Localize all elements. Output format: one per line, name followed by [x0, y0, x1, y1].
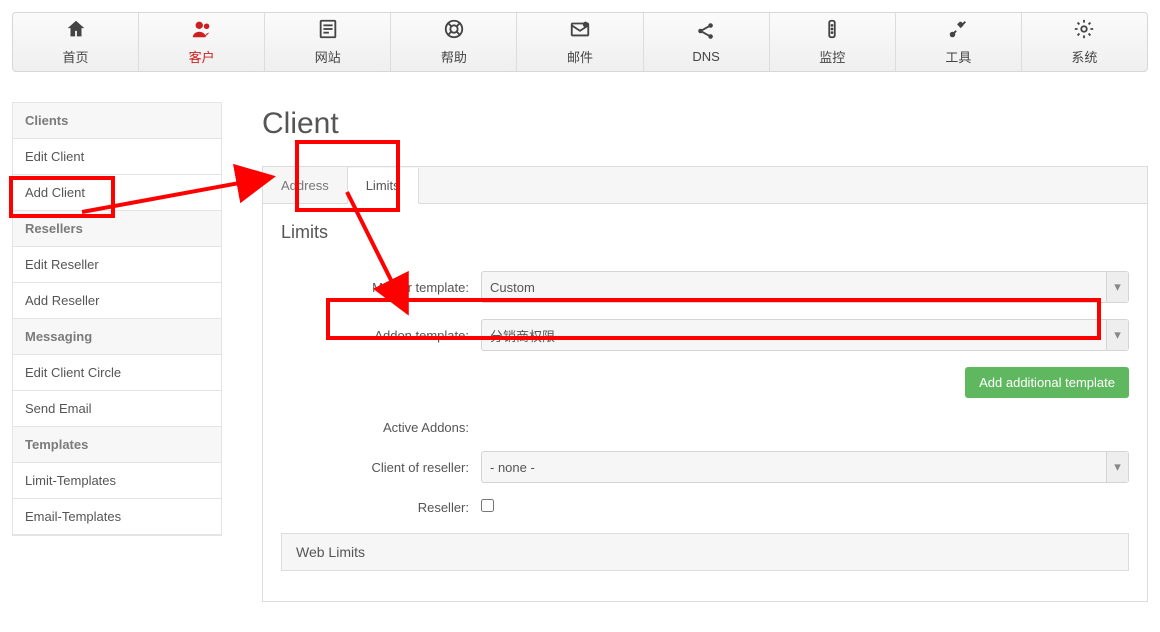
nav-item-home[interactable]: 首页 [13, 13, 139, 71]
sidebar-item[interactable]: Edit Client Circle [13, 355, 221, 391]
sidebar-item[interactable]: Send Email [13, 391, 221, 427]
chevron-down-icon: ▾ [1106, 320, 1128, 350]
annotation-box-sidebar [9, 176, 115, 218]
sidebar-item[interactable]: Limit-Templates [13, 463, 221, 499]
life-ring-icon [443, 18, 465, 47]
nav-label: 邮件 [567, 47, 593, 66]
main-content: Client AddressLimits Limits Master templ… [222, 102, 1160, 632]
sidebar-item[interactable]: Edit Reseller [13, 247, 221, 283]
tools-icon [947, 18, 969, 47]
label-reseller: Reseller: [281, 500, 481, 515]
tabs: AddressLimits [262, 166, 1148, 204]
chevron-down-icon: ▾ [1106, 452, 1128, 482]
traffic-icon [821, 18, 843, 47]
label-client-of-reseller: Client of reseller: [281, 460, 481, 475]
label-addon-template: Addon template: [281, 328, 481, 343]
nav-item-life-ring[interactable]: 帮助 [391, 13, 517, 71]
users-icon [191, 18, 213, 47]
select-master-template[interactable]: Custom ▾ [481, 271, 1129, 303]
label-master-template: Master template: [281, 280, 481, 295]
label-active-addons: Active Addons: [281, 420, 481, 435]
nav-label: 网站 [315, 47, 341, 66]
select-addon-template-value: 分销商权限 [490, 326, 555, 345]
select-master-template-value: Custom [490, 280, 535, 295]
checkbox-reseller[interactable] [481, 499, 494, 512]
sidebar-item[interactable]: Add Reseller [13, 283, 221, 319]
chevron-down-icon: ▾ [1106, 272, 1128, 302]
panel-body: Limits Master template: Custom ▾ Addon t… [262, 204, 1148, 602]
section-title: Limits [281, 222, 1129, 243]
sidebar: ClientsEdit ClientAdd ClientResellersEdi… [12, 102, 222, 536]
sidebar-item[interactable]: Email-Templates [13, 499, 221, 535]
gear-icon [1073, 18, 1095, 47]
nav-item-page[interactable]: 网站 [265, 13, 391, 71]
add-additional-template-button[interactable]: Add additional template [965, 367, 1129, 398]
nav-label: DNS [692, 49, 719, 64]
nav-item-tools[interactable]: 工具 [896, 13, 1022, 71]
sidebar-heading: Templates [13, 427, 221, 463]
nav-label: 系统 [1071, 47, 1097, 66]
nav-label: 首页 [63, 47, 89, 66]
sidebar-heading: Messaging [13, 319, 221, 355]
nav-label: 帮助 [441, 47, 467, 66]
tab-address[interactable]: Address [263, 167, 348, 203]
nav-item-envelope[interactable]: 邮件 [517, 13, 643, 71]
sidebar-item[interactable]: Edit Client [13, 139, 221, 175]
sidebar-heading: Clients [13, 103, 221, 139]
page-icon [317, 18, 339, 47]
row-client-of-reseller: Client of reseller: - none - ▾ [281, 443, 1129, 491]
select-client-of-reseller-value: - none - [490, 460, 535, 475]
page-title: Client [262, 107, 1148, 141]
select-client-of-reseller[interactable]: - none - ▾ [481, 451, 1129, 483]
row-addon-template: Addon template: 分销商权限 ▾ [281, 311, 1129, 359]
nav-item-share[interactable]: DNS [644, 13, 770, 71]
nav-item-users[interactable]: 客户 [139, 13, 265, 71]
nav-label: 客户 [189, 47, 215, 66]
nav-label: 监控 [819, 47, 845, 66]
row-reseller: Reseller: [281, 491, 1129, 523]
row-active-addons: Active Addons: [281, 412, 1129, 443]
share-icon [695, 20, 717, 49]
home-icon [65, 18, 87, 47]
web-limits-header: Web Limits [281, 533, 1129, 571]
tab-limits[interactable]: Limits [348, 168, 419, 204]
nav-item-gear[interactable]: 系统 [1022, 13, 1147, 71]
row-master-template: Master template: Custom ▾ [281, 263, 1129, 311]
nav-item-traffic[interactable]: 监控 [770, 13, 896, 71]
nav-label: 工具 [945, 47, 971, 66]
select-addon-template[interactable]: 分销商权限 ▾ [481, 319, 1129, 351]
top-nav: 首页 客户 网站 帮助 邮件 DNS 监控 工具 系统 [12, 12, 1148, 72]
envelope-icon [569, 18, 591, 47]
